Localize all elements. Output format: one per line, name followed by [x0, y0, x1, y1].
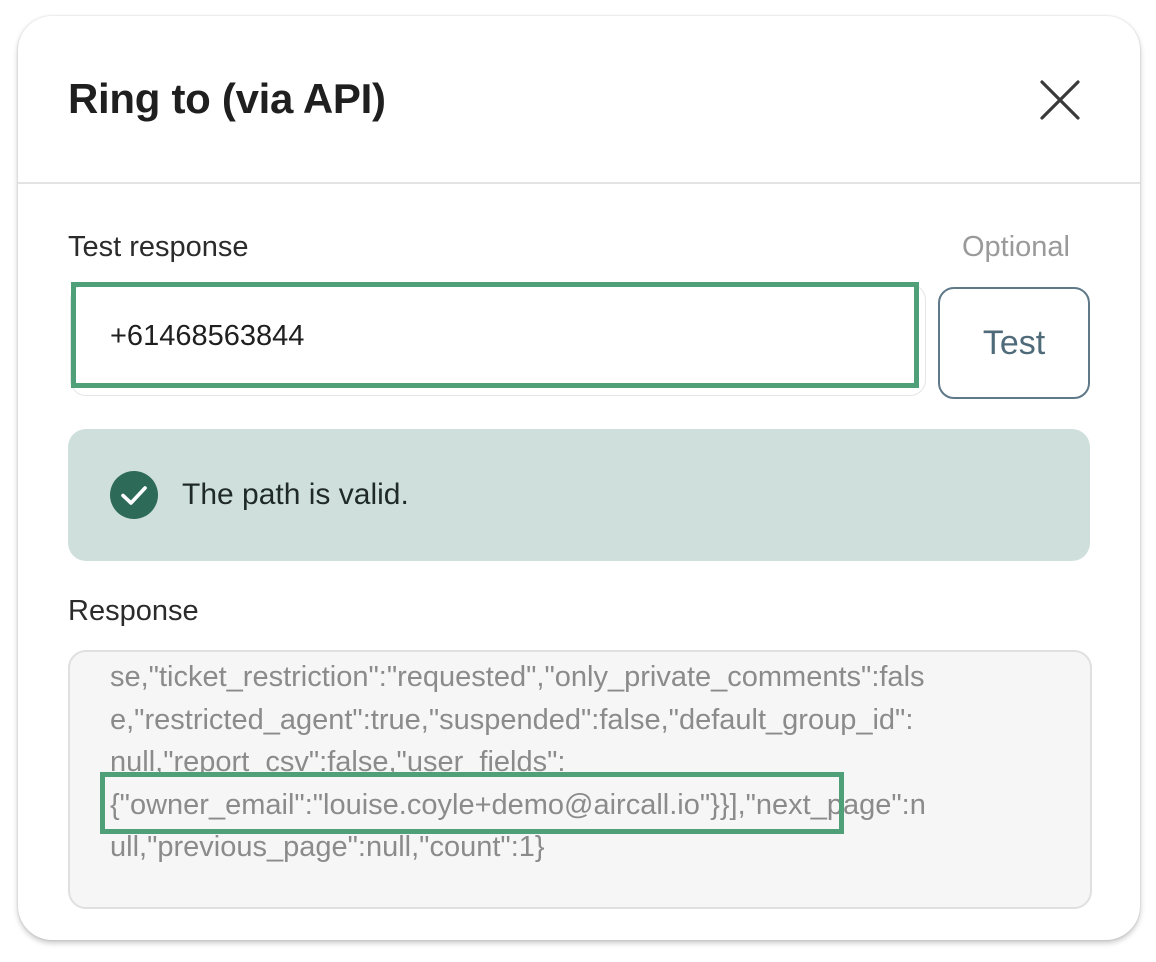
response-content: se,"ticket_restriction":"requested","onl…	[110, 656, 1054, 869]
dialog-header: Ring to (via API)	[18, 16, 1140, 184]
response-label: Response	[68, 595, 199, 627]
optional-label: Optional	[961, 231, 1070, 263]
dialog-title: Ring to (via API)	[68, 75, 386, 122]
path-valid-message: The path is valid.	[182, 478, 409, 511]
close-icon	[1040, 80, 1080, 120]
test-button[interactable]: Test	[938, 287, 1090, 399]
check-circle-icon	[110, 471, 158, 519]
response-line: e,"restricted_agent":true,"suspended":fa…	[110, 703, 914, 736]
path-valid-banner: The path is valid.	[68, 429, 1090, 561]
response-line: se,"ticket_restriction":"requested","onl…	[110, 661, 925, 693]
ring-to-dialog: Ring to (via API) Test response Optional…	[18, 16, 1140, 940]
close-button[interactable]	[1036, 76, 1084, 124]
test-response-input[interactable]	[76, 288, 946, 384]
response-textarea[interactable]: se,"ticket_restriction":"requested","onl…	[68, 650, 1092, 909]
test-response-label: Test response	[68, 231, 249, 263]
owner-email-highlight-annotation	[100, 772, 844, 834]
